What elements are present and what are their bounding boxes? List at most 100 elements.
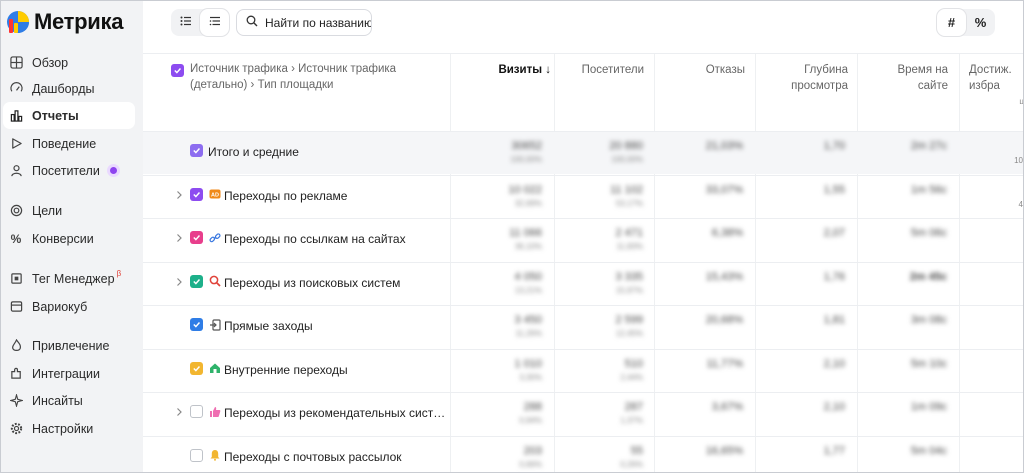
metric-cell: 2,10 [824,401,845,414]
search-box[interactable] [236,9,372,36]
metric-cell: 5m 06c [911,227,947,240]
direct-icon [208,318,221,331]
sidebar-item-integrations[interactable]: Интеграции [3,360,135,387]
flat-list-button[interactable] [171,9,200,36]
sidebar-item-visitors[interactable]: Посетители [3,157,135,184]
column-header-visits[interactable]: Визиты ↓ [455,62,551,78]
metric-value: 2m 27c [910,140,947,152]
search-input[interactable] [265,15,371,30]
row-checkbox[interactable] [190,144,203,157]
row-label[interactable]: Переходы по ссылкам на сайтах [224,232,406,246]
metric-cell: 1,81 [824,314,845,327]
row-label[interactable]: Переходы из рекомендательных сист… [224,406,445,420]
metric-cell: 1,77 [824,445,845,458]
metric-value: 287 [624,401,643,413]
expand-chevron-icon[interactable] [174,190,184,200]
metric-share: 100,00% [611,155,643,164]
table-row[interactable]: Переходы по ссылкам на сайтах 11 066 36,10… [143,218,1023,261]
behavior-icon [9,137,23,151]
metric-value: 15,43% [705,270,743,283]
row-label[interactable]: Итого и средние [208,145,299,159]
row-label[interactable]: Переходы с почтовых рассылок [224,450,402,464]
sidebar-item-label: Обзор [32,55,69,70]
row-checkbox[interactable] [190,448,203,462]
table-row[interactable]: Переходы из поисковых систем 4 050 13,21% 3… [143,261,1023,305]
metric-share: 11,83% [616,242,643,251]
sidebar-item-acquisition[interactable]: Привлечение [3,332,135,359]
table-row[interactable]: Внутренние переходы 1 010 3,30% 510 2,44% 11,… [143,348,1023,392]
tree-list-button[interactable] [200,9,229,36]
table-row[interactable]: Переходы с почтовых рассылок 203 0,66% 55 0,… [143,435,1023,473]
metric-cell: 3m 08c [911,314,947,327]
metric-value: 5m 04c [910,444,947,457]
puzzle-icon [9,367,23,381]
row-label[interactable]: Прямые заходы [224,319,313,333]
metric-cell: 510 2,44% [620,358,643,384]
sidebar: Метрика Обзор Дашборды Отчеты Поведение … [1,1,143,472]
brand-logo[interactable]: Метрика [6,7,123,37]
table-row[interactable]: AD Переходы по рекламе 10 022 32,69% 11 102 5… [143,174,1023,218]
table-row[interactable]: Прямые заходы 3 450 11,26% 2 599 12,45% 20,68… [143,305,1023,348]
expand-chevron-icon[interactable] [174,233,184,243]
expand-chevron-icon[interactable] [174,277,184,287]
expand-chevron-icon[interactable] [174,407,184,417]
row-checkbox[interactable] [190,187,203,201]
ad-icon: AD [208,188,221,201]
link-icon [208,231,221,244]
table-row-total[interactable]: Итого и средние 30652 100,00% 20 880 100,00%… [143,131,1023,174]
metric-value: 30652 [511,140,542,152]
metric-value: 5m 06c [910,227,947,239]
metric-value: 21,03% [705,140,743,152]
beta-badge: β [116,269,122,278]
sidebar-item-insights[interactable]: Инсайты [3,387,135,414]
percent-values-button[interactable]: % [966,9,995,36]
sidebar-item-variocube[interactable]: Вариокуб [3,293,135,320]
row-checkbox[interactable] [190,361,203,375]
metric-cell: 4 050 13,21% [514,271,542,297]
thumb-icon [208,405,221,418]
sidebar-item-overview[interactable]: Обзор [3,49,135,76]
row-checkbox[interactable] [190,405,203,418]
sidebar-item-label: Конверсии [32,231,94,246]
sidebar-item-dashboards[interactable]: Дашборды [3,75,135,102]
metric-cell: 1,55 [824,184,845,197]
sidebar-item-label: Вариокуб [32,299,88,314]
select-all-checkbox[interactable] [171,64,184,77]
metric-cell: 2 471 11,83% [615,227,643,253]
list-icon [180,14,192,32]
home-icon [208,362,221,375]
metric-cell: 1,76 [824,271,845,284]
metric-cell: 2,10 [824,358,845,371]
absolute-values-button[interactable]: # [937,9,966,36]
row-checkbox[interactable] [190,318,203,331]
metric-share: 32,69% [514,198,542,208]
metric-value: 1m 56c [910,183,947,196]
sidebar-item-conversions[interactable]: % Конверсии [3,225,135,252]
visitors-icon [9,164,23,178]
metric-value: 3m 08c [910,314,947,326]
column-header-goals[interactable]: Достиж. избра [969,62,1023,94]
metric-cell: 5m 10c [911,358,947,371]
sidebar-item-behavior[interactable]: Поведение [3,130,135,157]
dimension-header[interactable]: Источник трафика › Источник трафика (дет… [190,61,410,93]
cube-icon [9,300,23,314]
sidebar-item-reports[interactable]: Отчеты [3,102,135,129]
row-checkbox[interactable] [190,274,203,288]
sidebar-item-settings[interactable]: Настройки [3,415,135,442]
metric-cell: 5m 04c [911,445,947,458]
row-checkbox[interactable] [190,231,203,244]
column-header-visitors[interactable]: Посетители [559,62,644,78]
table-row[interactable]: Переходы из рекомендательных сист… 288 0,9… [143,392,1023,435]
sidebar-item-tag-manager[interactable]: Тег Менеджер β [3,265,135,292]
row-label[interactable]: Внутренние переходы [224,363,348,377]
column-header-depth[interactable]: Глубина просмотра [768,62,848,94]
metric-value: 2 599 [615,314,643,326]
sidebar-item-label: Поведение [32,136,97,151]
column-header-time[interactable]: Время на сайте [868,62,948,94]
row-label[interactable]: Переходы по рекламе [224,189,347,203]
row-label[interactable]: Переходы из поисковых систем [224,276,400,290]
metric-cell: 203 0,66% [519,445,542,471]
sidebar-item-goals[interactable]: Цели [3,197,135,224]
metric-value: 2,10 [823,357,845,370]
column-header-bounces[interactable]: Отказы [659,62,745,78]
